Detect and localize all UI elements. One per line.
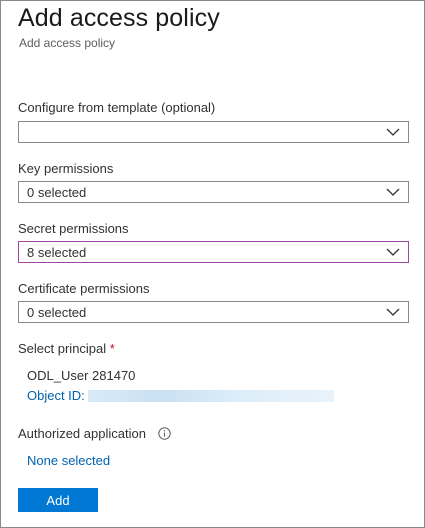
none-selected-link[interactable]: None selected xyxy=(27,453,110,468)
authorized-application-label: Authorized application xyxy=(18,426,146,441)
chevron-down-icon xyxy=(386,308,400,316)
info-icon[interactable] xyxy=(158,427,171,440)
chevron-down-icon xyxy=(386,128,400,136)
chevron-down-icon xyxy=(386,248,400,256)
key-permissions-value: 0 selected xyxy=(27,185,87,200)
template-label: Configure from template (optional) xyxy=(18,100,216,115)
secret-permissions-value: 8 selected xyxy=(27,245,87,260)
secret-permissions-dropdown[interactable]: 8 selected xyxy=(18,241,409,263)
redacted-object-id xyxy=(88,390,334,402)
secret-permissions-label: Secret permissions xyxy=(18,221,129,236)
add-access-policy-panel: Add access policy Add access policy Conf… xyxy=(0,0,425,528)
object-id-label: Object ID: xyxy=(27,388,85,403)
select-principal-label: Select principal * xyxy=(18,341,115,356)
key-permissions-label: Key permissions xyxy=(18,161,114,176)
certificate-permissions-dropdown[interactable]: 0 selected xyxy=(18,301,409,323)
chevron-down-icon xyxy=(386,188,400,196)
principal-name: ODL_User 281470 xyxy=(27,368,136,383)
certificate-permissions-value: 0 selected xyxy=(27,305,87,320)
key-permissions-dropdown[interactable]: 0 selected xyxy=(18,181,409,203)
page-subtitle: Add access policy xyxy=(19,36,116,50)
required-marker: * xyxy=(109,341,115,356)
select-principal-text: Select principal xyxy=(18,341,107,356)
certificate-permissions-label: Certificate permissions xyxy=(18,281,150,296)
add-button[interactable]: Add xyxy=(18,488,98,512)
template-dropdown[interactable] xyxy=(18,121,409,143)
page-title: Add access policy xyxy=(18,4,220,32)
